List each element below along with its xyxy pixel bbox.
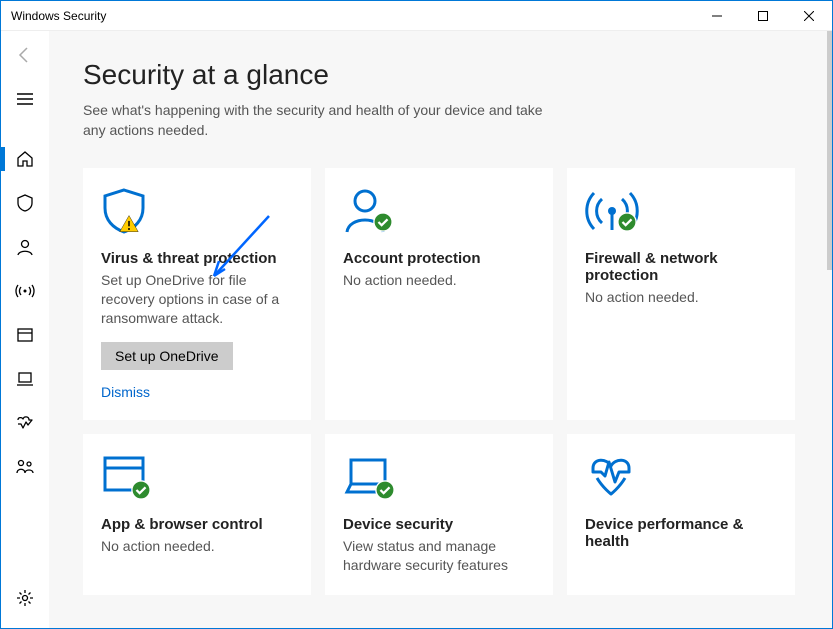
nav-settings[interactable]: [1, 578, 49, 618]
heart-pulse-icon: [585, 452, 637, 502]
card-desc: No action needed.: [101, 537, 293, 556]
title-bar: Windows Security: [1, 1, 832, 31]
card-virus[interactable]: Virus & threat protection Set up OneDriv…: [83, 168, 311, 420]
dismiss-link[interactable]: Dismiss: [101, 384, 293, 400]
nav-virus[interactable]: [1, 183, 49, 223]
nav-firewall[interactable]: [1, 271, 49, 311]
nav-family[interactable]: [1, 447, 49, 487]
page-subtitle: See what's happening with the security a…: [83, 101, 543, 140]
card-app[interactable]: App & browser control No action needed.: [83, 434, 311, 595]
setup-onedrive-button[interactable]: Set up OneDrive: [101, 342, 233, 370]
card-title: Account protection: [343, 250, 535, 267]
card-device[interactable]: Device security View status and manage h…: [325, 434, 553, 595]
card-desc: No action needed.: [343, 271, 535, 290]
back-button[interactable]: [5, 35, 45, 75]
warning-badge-icon: [119, 214, 139, 234]
nav-account[interactable]: [1, 227, 49, 267]
page-heading: Security at a glance: [83, 59, 795, 91]
card-title: Device security: [343, 516, 535, 533]
check-badge-icon: [617, 212, 637, 232]
scrollbar[interactable]: [827, 31, 832, 270]
card-title: App & browser control: [101, 516, 293, 533]
menu-button[interactable]: [1, 79, 49, 119]
card-account[interactable]: Account protection No action needed.: [325, 168, 553, 420]
check-badge-icon: [375, 480, 395, 500]
content-area: Security at a glance See what's happenin…: [49, 31, 832, 628]
check-badge-icon: [373, 212, 393, 232]
card-desc: Set up OneDrive for file recovery option…: [101, 271, 293, 328]
card-desc: No action needed.: [585, 288, 777, 307]
nav-home[interactable]: [1, 139, 49, 179]
sidebar: [1, 31, 49, 628]
minimize-button[interactable]: [694, 1, 740, 31]
nav-device[interactable]: [1, 359, 49, 399]
nav-performance[interactable]: [1, 403, 49, 443]
card-desc: View status and manage hardware security…: [343, 537, 535, 575]
card-title: Virus & threat protection: [101, 250, 293, 267]
nav-app[interactable]: [1, 315, 49, 355]
card-title: Firewall & network protection: [585, 250, 777, 284]
close-button[interactable]: [786, 1, 832, 31]
card-performance[interactable]: Device performance & health: [567, 434, 795, 595]
maximize-button[interactable]: [740, 1, 786, 31]
check-badge-icon: [131, 480, 151, 500]
window-title: Windows Security: [11, 9, 694, 23]
card-firewall[interactable]: Firewall & network protection No action …: [567, 168, 795, 420]
card-title: Device performance & health: [585, 516, 777, 550]
